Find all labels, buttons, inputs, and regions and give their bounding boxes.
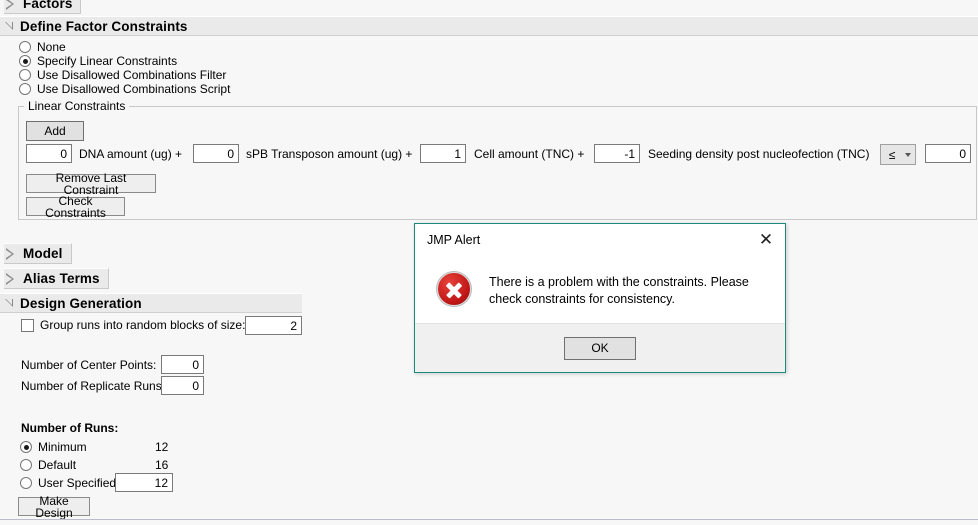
group-runs-checkbox[interactable] (21, 318, 34, 332)
chevron-down-icon[interactable] (901, 152, 915, 157)
disclosure-triangle-icon[interactable] (4, 272, 16, 285)
center-points-label: Number of Center Points: (21, 358, 157, 372)
constraint-operator-value: ≤ (888, 147, 896, 162)
runs-option-minimum[interactable]: Minimum (20, 440, 87, 454)
remove-last-constraint-button[interactable]: Remove Last Constraint (26, 172, 156, 196)
radio-indicator[interactable] (19, 83, 31, 95)
radio-indicator[interactable] (19, 69, 31, 81)
disclosure-triangle-icon[interactable] (4, 20, 16, 32)
number-of-runs-title: Number of Runs: (21, 421, 119, 435)
section-title-design-generation: Design Generation (20, 295, 142, 311)
radio-label: Specify Linear Constraints (37, 54, 178, 68)
check-constraints-button[interactable]: Check Constraints (26, 195, 125, 219)
runs-option-label: Default (38, 458, 77, 472)
section-header-design-generation[interactable]: Design Generation (0, 293, 302, 313)
section-header-define-factor-constraints[interactable]: Define Factor Constraints (0, 16, 978, 36)
radio-indicator[interactable] (20, 459, 32, 471)
disclosure-triangle-icon[interactable] (4, 297, 16, 309)
constraint-coefficient-field-4[interactable]: -1 (594, 144, 640, 163)
section-title-alias-terms: Alias Terms (23, 271, 100, 286)
constraint-factor-label-1: DNA amount (ug) + (79, 147, 183, 161)
radio-label: None (37, 40, 66, 54)
radio-indicator[interactable] (19, 41, 31, 53)
constraint-factor-label-4: Seeding density post nucleofection (TNC) (648, 147, 870, 161)
group-runs-block-size-field[interactable]: 2 (245, 316, 302, 335)
section-header-factors[interactable]: Factors (0, 0, 82, 14)
alert-footer: OK (415, 323, 785, 372)
linear-constraints-groupbox (18, 106, 977, 220)
bottom-divider (0, 519, 978, 520)
radio-option-disallowed-combinations-script[interactable]: Use Disallowed Combinations Script (19, 82, 230, 96)
runs-option-label: Minimum (38, 440, 87, 454)
alert-ok-button[interactable]: OK (564, 336, 636, 360)
section-title-define-factor-constraints: Define Factor Constraints (20, 18, 188, 34)
group-runs-checkbox-row[interactable]: Group runs into random blocks of size: (21, 318, 245, 332)
constraint-operator-select[interactable]: ≤ (880, 144, 916, 165)
alert-titlebar: JMP Alert ✕ (415, 224, 785, 256)
add-constraint-button[interactable]: Add (26, 121, 84, 141)
section-header-alias-terms[interactable]: Alias Terms (0, 268, 109, 289)
radio-indicator[interactable] (20, 477, 32, 489)
runs-option-minimum-value: 12 (155, 440, 169, 454)
radio-label: Use Disallowed Combinations Filter (37, 68, 227, 82)
alert-title: JMP Alert (427, 233, 481, 247)
radio-indicator[interactable] (20, 441, 32, 453)
make-design-button[interactable]: Make Design (18, 495, 90, 519)
constraint-rhs-field[interactable]: 0 (925, 144, 971, 163)
linear-constraints-group-label: Linear Constraints (24, 99, 130, 113)
close-icon[interactable]: ✕ (747, 225, 785, 255)
radio-option-none[interactable]: None (19, 40, 66, 54)
runs-option-label: User Specified (38, 476, 117, 490)
constraint-factor-label-2: sPB Transposon amount (ug) + (246, 147, 413, 161)
constraint-coefficient-field-2[interactable]: 0 (193, 144, 239, 163)
section-title-model: Model (23, 246, 63, 261)
runs-option-default-value: 16 (155, 458, 169, 472)
disclosure-triangle-icon[interactable] (4, 0, 16, 10)
alert-message: There is a problem with the constraints.… (489, 275, 749, 306)
radio-option-specify-linear-constraints[interactable]: Specify Linear Constraints (19, 54, 177, 68)
runs-option-default[interactable]: Default (20, 458, 76, 472)
disclosure-triangle-icon[interactable] (4, 247, 16, 260)
constraint-factor-label-3: Cell amount (TNC) + (474, 147, 585, 161)
error-circle-icon (437, 272, 471, 306)
radio-indicator[interactable] (19, 55, 31, 67)
constraint-coefficient-field-1[interactable]: 0 (26, 144, 72, 163)
runs-user-specified-field[interactable]: 12 (115, 473, 173, 492)
radio-label: Use Disallowed Combinations Script (37, 82, 231, 96)
runs-option-user-specified[interactable]: User Specified (20, 476, 116, 490)
section-title-factors: Factors (23, 0, 73, 11)
alert-body: There is a problem with the constraints.… (415, 256, 785, 323)
group-runs-label: Group runs into random blocks of size: (40, 318, 246, 332)
replicate-runs-field[interactable]: 0 (161, 376, 204, 395)
constraint-coefficient-field-3[interactable]: 1 (420, 144, 466, 163)
replicate-runs-label: Number of Replicate Runs: (21, 379, 166, 393)
section-header-model[interactable]: Model (0, 243, 72, 264)
jmp-alert-dialog: JMP Alert ✕ There is a problem with the … (414, 223, 786, 373)
center-points-field[interactable]: 0 (161, 355, 204, 374)
radio-option-disallowed-combinations-filter[interactable]: Use Disallowed Combinations Filter (19, 68, 226, 82)
